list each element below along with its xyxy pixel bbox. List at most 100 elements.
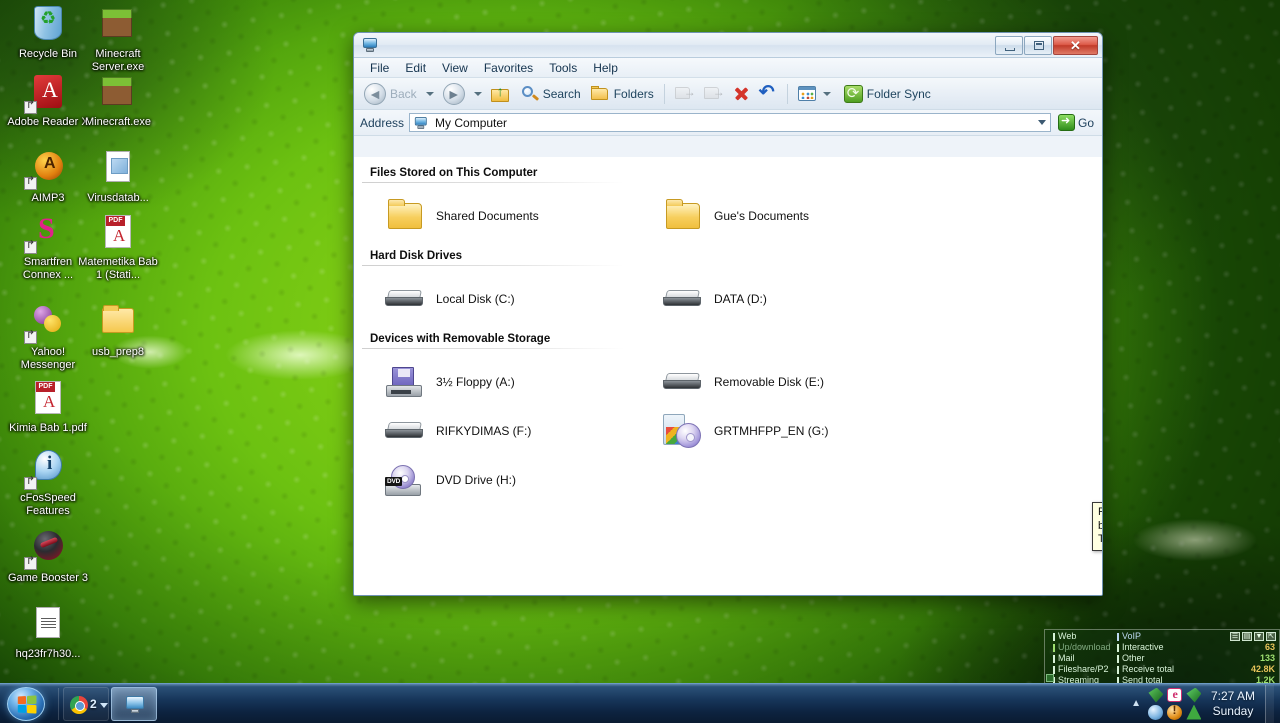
show-hidden-icons-button[interactable]: ▲ <box>1129 698 1143 709</box>
chevron-down-icon[interactable] <box>100 702 108 708</box>
undo-button[interactable] <box>756 81 781 104</box>
forward-history-caret-icon[interactable] <box>473 91 482 96</box>
list-item-label: Removable Disk (E:) <box>714 374 825 389</box>
desktop-icon-7[interactable]: Matemetika Bab 1 (Stati... <box>76 212 160 281</box>
list-item[interactable]: 3½ Floppy (A:) <box>354 357 632 406</box>
clock[interactable]: 7:27 AM Sunday <box>1207 689 1261 719</box>
address-my-computer-icon <box>414 116 428 130</box>
desktop-icon-1[interactable]: Minecraft Server.exe <box>76 4 160 73</box>
list-item[interactable]: Removable Disk (E:) <box>632 357 910 406</box>
desktop-icon-5[interactable]: Virusdatab... <box>76 148 160 205</box>
menu-favorites[interactable]: Favorites <box>476 59 541 77</box>
section-0: Files Stored on This Computer Shared Docu… <box>354 163 1102 240</box>
alert-icon[interactable] <box>1167 703 1183 720</box>
pdf-file-icon <box>95 212 141 254</box>
green-shield-icon[interactable] <box>1186 687 1202 703</box>
chrome-window-count: 2 <box>90 696 97 711</box>
back-history-caret-icon[interactable] <box>425 91 434 96</box>
cfosspeed-value: 63 <box>1264 642 1275 652</box>
close-button[interactable]: ✕ <box>1053 36 1098 55</box>
up-button[interactable]: ↑ <box>487 83 515 105</box>
desktop-icon-12[interactable]: Game Booster 3 <box>6 528 90 585</box>
list-item-label: Local Disk (C:) <box>436 291 515 306</box>
list-item[interactable]: DVD DVD Drive (H:) <box>354 455 632 504</box>
forward-arrow-icon: ► <box>442 82 465 105</box>
copy-to-button: → <box>700 83 727 104</box>
folder-sync-button[interactable]: Folder Sync <box>840 83 935 105</box>
address-input[interactable]: My Computer <box>409 113 1051 132</box>
folders-button[interactable]: Folders <box>587 84 658 104</box>
desktop-icon-9[interactable]: usb_prep8 <box>76 302 160 359</box>
menu-view[interactable]: View <box>434 59 476 77</box>
chrome-taskbar-button[interactable]: 2 <box>63 686 109 721</box>
cfosspeed-row: Mail <box>1053 653 1117 664</box>
aimp3-icon <box>24 148 71 190</box>
my-computer-taskbar-button[interactable] <box>111 686 157 721</box>
cfosspeed-row: Up/download <box>1053 642 1117 653</box>
my-computer-window[interactable]: ✕ File Edit View Favorites Tools Help ◄ … <box>353 32 1103 596</box>
forward-button[interactable]: ► <box>439 81 469 107</box>
folder-sync-label: Folder Sync <box>866 86 931 101</box>
minimize-button[interactable] <box>995 36 1023 55</box>
views-button[interactable] <box>794 84 838 103</box>
resize-button[interactable]: ⇱ <box>1266 632 1276 641</box>
move-to-folder-icon: → <box>674 85 696 102</box>
desktop-icon-13[interactable]: hq23fr7h30... <box>6 604 90 661</box>
tray-icons <box>1147 687 1203 720</box>
section-items: Shared Documents Gue's Documents <box>354 183 1102 240</box>
my-computer-icon <box>362 37 378 53</box>
minecraft-icon <box>95 4 141 46</box>
section-items: Local Disk (C:) DATA (D:) <box>354 266 1102 323</box>
desktop-icon-3[interactable]: Minecraft.exe <box>76 72 160 129</box>
list-item[interactable]: Local Disk (C:) <box>354 274 632 323</box>
taskbar-divider <box>58 687 59 720</box>
list-item-label: Shared Documents <box>436 208 539 223</box>
menu-file[interactable]: File <box>362 59 397 77</box>
list-item[interactable]: Gue's Documents <box>632 191 910 240</box>
desktop-icon-11[interactable]: cFosSpeed Features <box>6 448 90 517</box>
triangle-icon[interactable] <box>1186 704 1202 720</box>
menu-help[interactable]: Help <box>585 59 626 77</box>
recycle-bin-icon <box>25 4 71 46</box>
desktop-icon-label: hq23fr7h30... <box>15 648 81 660</box>
blue-globe-icon[interactable] <box>1148 704 1164 720</box>
text-file-icon <box>25 604 71 646</box>
desktop-icon-label: Minecraft Server.exe <box>91 48 145 73</box>
list-item[interactable]: DATA (D:) <box>632 274 910 323</box>
delete-button[interactable] <box>729 83 754 104</box>
address-dropdown-icon[interactable] <box>1037 120 1046 125</box>
desktop-icon-10[interactable]: Kimia Bab 1.pdf <box>6 378 90 435</box>
menu-tools[interactable]: Tools <box>541 59 585 77</box>
dropdown-button[interactable]: ▼ <box>1254 632 1264 641</box>
list-item[interactable]: GRTMHFPP_EN (G:) <box>632 406 910 455</box>
menu-edit[interactable]: Edit <box>397 59 434 77</box>
list-view-button[interactable]: ☰ <box>1230 632 1240 641</box>
search-label: Search <box>542 86 581 101</box>
desktop-icon-label: Kimia Bab 1.pdf <box>9 422 87 434</box>
search-button[interactable]: Search <box>517 83 585 105</box>
views-caret-icon[interactable] <box>822 91 831 96</box>
minecraft-icon <box>95 72 141 114</box>
show-desktop-button[interactable] <box>1265 684 1274 723</box>
graph-view-button[interactable]: ▤ <box>1242 632 1252 641</box>
section-1: Hard Disk Drives Local Disk (C:) DATA (D:) <box>354 246 1102 323</box>
go-button[interactable]: Go <box>1056 114 1096 131</box>
delete-icon <box>733 85 750 102</box>
back-button[interactable]: ◄ Back <box>360 81 421 107</box>
restore-button[interactable] <box>1024 36 1052 55</box>
list-item-label: DVD Drive (H:) <box>436 472 516 487</box>
start-button[interactable] <box>1 685 55 723</box>
shortcut-overlay-icon <box>24 239 37 254</box>
list-item[interactable]: Shared Documents <box>354 191 632 240</box>
cfosspeed-network-monitor[interactable]: Web Up/download Mail Fileshare/P2 Streaming … <box>1044 629 1280 685</box>
messenger-icon[interactable] <box>1167 687 1183 702</box>
window-title-bar[interactable]: ✕ <box>354 33 1102 58</box>
list-item[interactable]: RIFKYDIMAS (F:) <box>354 406 632 455</box>
cfosspeed-column-1: Web Up/download Mail Fileshare/P2 Streaming <box>1045 630 1117 684</box>
file-list-pane[interactable]: Files Stored on This Computer Shared Docu… <box>354 157 1102 595</box>
cd-drive-with-media-icon <box>660 412 704 450</box>
info-icon <box>24 448 71 490</box>
search-icon <box>521 85 539 103</box>
cfosspeed-column-2: VoIP Interactive Other Receive total Send to… <box>1117 630 1197 684</box>
green-arrow-icon[interactable] <box>1148 687 1164 703</box>
